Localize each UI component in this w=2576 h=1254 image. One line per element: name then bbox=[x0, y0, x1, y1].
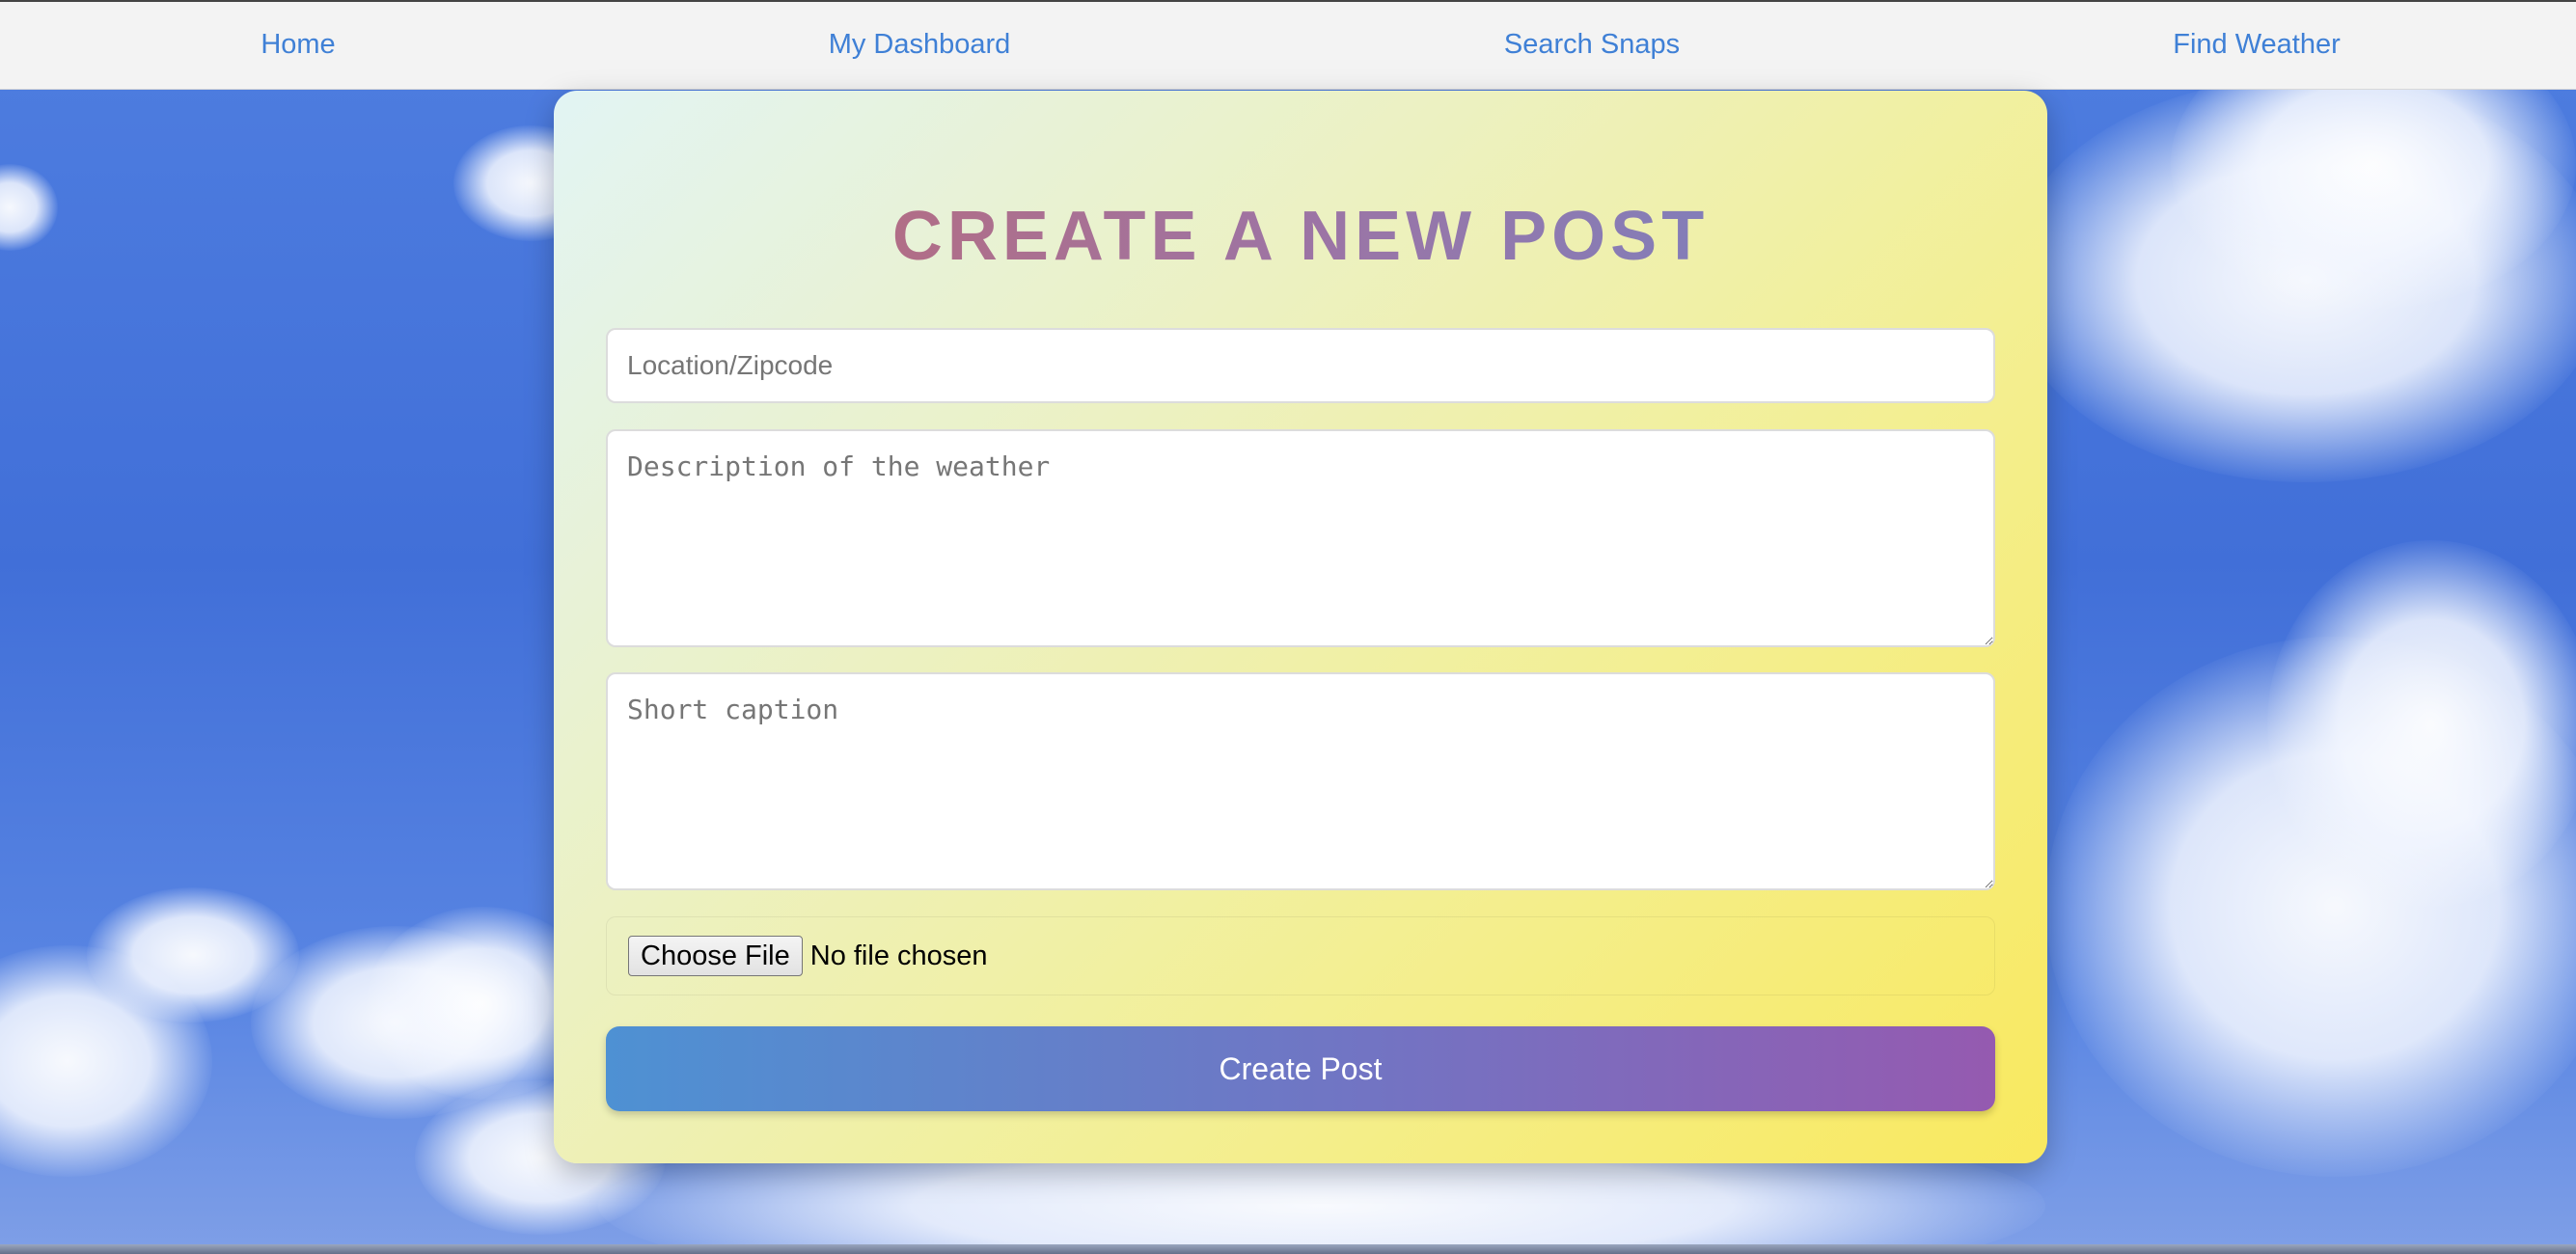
short-caption-textarea[interactable] bbox=[606, 672, 1995, 890]
create-post-form: CREATE A NEW POST Choose File No file ch… bbox=[554, 91, 2047, 1163]
top-navbar: Home My Dashboard Search Snaps Find Weat… bbox=[0, 2, 2576, 90]
choose-file-button[interactable]: Choose File bbox=[628, 936, 803, 976]
create-post-button[interactable]: Create Post bbox=[606, 1026, 1995, 1111]
window-bottom-edge bbox=[0, 1244, 2576, 1254]
window-top-border bbox=[0, 0, 2576, 2]
file-upload-field: Choose File No file chosen bbox=[606, 916, 1995, 995]
nav-link-search-snaps[interactable]: Search Snaps bbox=[1504, 29, 1680, 61]
nav-link-find-weather[interactable]: Find Weather bbox=[2173, 29, 2341, 61]
weather-description-textarea[interactable] bbox=[606, 429, 1995, 647]
file-status-text: No file chosen bbox=[809, 940, 988, 971]
nav-link-home[interactable]: Home bbox=[260, 29, 335, 61]
location-zipcode-input[interactable] bbox=[606, 328, 1995, 403]
form-title: CREATE A NEW POST bbox=[554, 197, 2047, 276]
nav-link-my-dashboard[interactable]: My Dashboard bbox=[829, 29, 1011, 61]
